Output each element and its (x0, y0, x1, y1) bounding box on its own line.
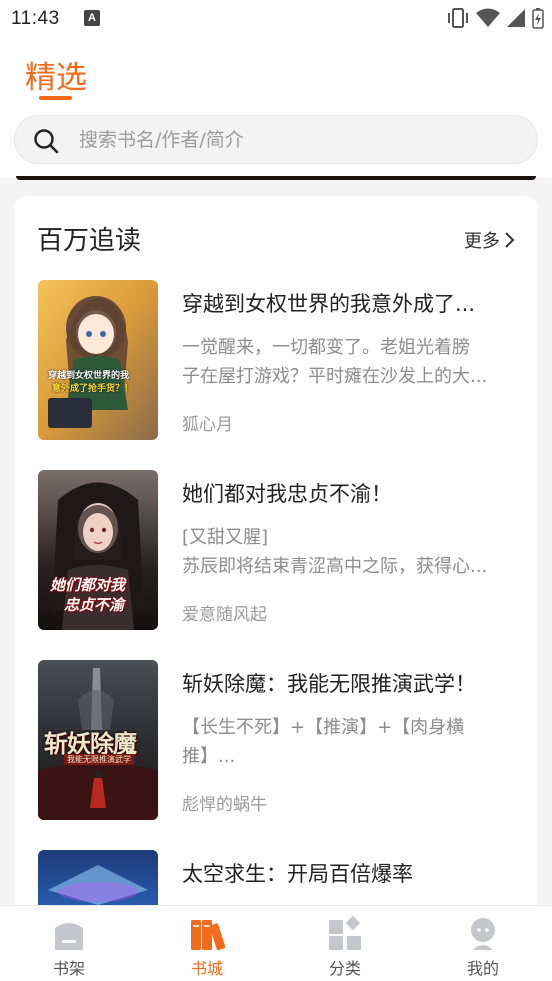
wifi-icon (476, 8, 500, 27)
cover-title-line: 穿越到女权世界的我 (48, 371, 130, 381)
popular-books-card: 百万追读 更多 穿越到女权世界的我 意外成了抢手货？！ 穿越到女权世界的我意外成… (14, 196, 538, 936)
book-description-line: [又甜又腥] (182, 527, 269, 548)
book-title: 她们都对我忠贞不渝！ (182, 482, 392, 506)
book-title: 斩妖除魔：我能无限推演武学！ (182, 672, 476, 696)
book-author: 狐心月 (182, 415, 233, 435)
nav-bookshelf[interactable]: 书架 (0, 906, 138, 981)
signal-icon (507, 9, 525, 27)
book-cover[interactable]: 斩妖除魔 我能无限推演武学 (38, 660, 158, 820)
cover-title-line: 她们都对我 (50, 576, 126, 594)
book-title: 太空求生：开局百倍爆率 (182, 862, 413, 886)
book-title: 穿越到女权世界的我意外成了... (182, 292, 476, 316)
status-time: 11:43 (11, 8, 60, 29)
book-cover[interactable]: 她们都对我 忠贞不渝 (38, 470, 158, 630)
nav-label: 我的 (466, 959, 499, 978)
book-item[interactable]: 斩妖除魔 我能无限推演武学 斩妖除魔：我能无限推演武学！ 【长生不死】+【推演】… (38, 660, 518, 820)
book-description-line: 苏辰即将结束青涩高中之际，获得心... (182, 556, 488, 577)
search-bar[interactable] (14, 115, 538, 164)
book-description: 一觉醒来，一切都变了。老姐光着膀 子在屋打游戏？平时瘫在沙发上的大... (182, 333, 518, 391)
nav-label: 书架 (52, 959, 85, 978)
cover-title-line: 忠贞不渝 (64, 596, 125, 614)
status-icons (446, 6, 544, 30)
notification-a-icon: A (84, 10, 100, 26)
cover-title-line: 意外成了抢手货？！ (52, 384, 134, 394)
book-description-line: 推】... (182, 746, 236, 767)
battery-charging-icon (532, 8, 544, 29)
book-author: 爱意随风起 (182, 605, 267, 625)
nav-bookstore[interactable]: 书城 (138, 906, 276, 981)
chevron-right-icon (505, 232, 515, 248)
tab-featured[interactable]: 精选 (25, 52, 87, 97)
more-link[interactable]: 更多 (464, 227, 516, 253)
nav-label: 分类 (328, 959, 361, 978)
nav-profile[interactable]: 我的 (414, 906, 552, 981)
tab-active-indicator (39, 96, 72, 100)
bottom-nav: 书架 书城 分类 我的 (0, 905, 552, 981)
cover-title-line: 我能无限推演武学 (64, 754, 134, 765)
bookstore-icon (191, 920, 225, 951)
book-description: 【长生不死】+【推演】+【肉身横 推】... (182, 713, 518, 771)
category-icon (329, 916, 361, 950)
book-description-line: 一觉醒来，一切都变了。老姐光着膀 (182, 337, 470, 358)
profile-icon (471, 918, 495, 950)
book-author: 彪悍的蜗牛 (182, 795, 267, 815)
vibrate-icon (448, 8, 468, 28)
book-description-line: 【长生不死】+【推演】+【肉身横 (182, 717, 465, 738)
bookshelf-icon (55, 923, 83, 950)
section-title: 百万追读 (37, 226, 142, 256)
status-bar: 11:43 A (0, 0, 552, 38)
header: 精选 (0, 38, 552, 178)
book-item[interactable]: 她们都对我 忠贞不渝 她们都对我忠贞不渝！ [又甜又腥] 苏辰即将结束青涩高中之… (38, 470, 518, 630)
book-item[interactable]: 穿越到女权世界的我 意外成了抢手货？！ 穿越到女权世界的我意外成了... 一觉醒… (38, 280, 518, 440)
search-input[interactable] (79, 116, 519, 163)
banner-edge (16, 176, 536, 180)
nav-category[interactable]: 分类 (276, 906, 414, 981)
more-label: 更多 (464, 231, 500, 252)
nav-label: 书城 (190, 959, 223, 978)
search-icon (34, 129, 59, 154)
book-cover[interactable]: 穿越到女权世界的我 意外成了抢手货？！ (38, 280, 158, 440)
book-description-line: 子在屋打游戏？平时瘫在沙发上的大... (182, 366, 488, 387)
book-description: [又甜又腥] 苏辰即将结束青涩高中之际，获得心... (182, 523, 518, 581)
